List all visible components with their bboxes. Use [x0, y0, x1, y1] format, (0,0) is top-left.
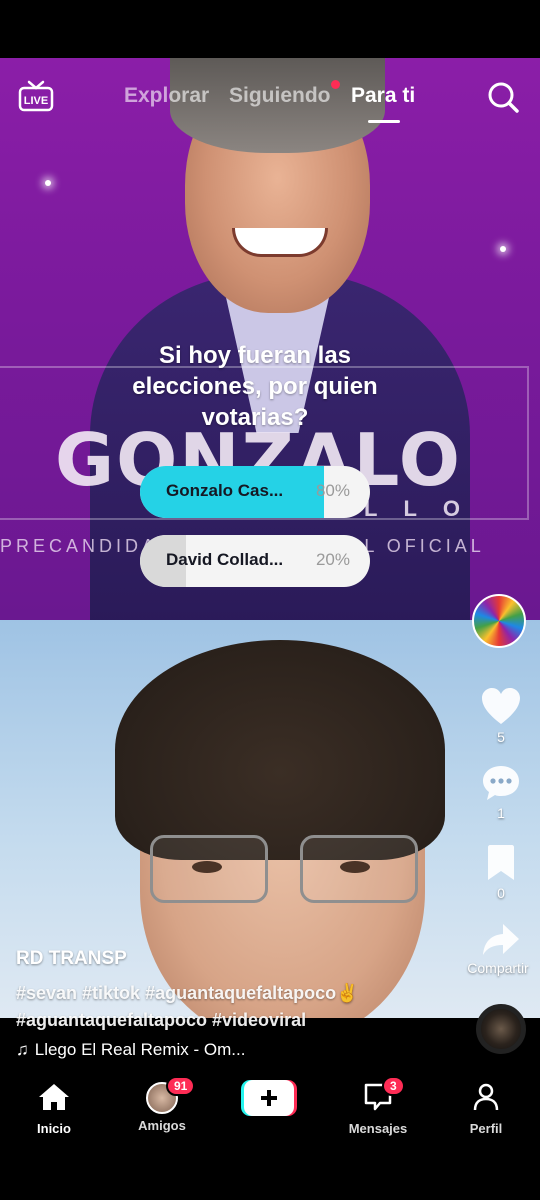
live-icon[interactable]: LIVE [18, 80, 54, 112]
poll-option-label: Gonzalo Cas... [166, 481, 284, 500]
active-tab-indicator [368, 120, 400, 123]
share-arrow-icon [483, 924, 519, 955]
share-button[interactable]: Compartir [467, 922, 532, 976]
search-icon[interactable] [486, 80, 520, 114]
nav-label: Inicio [37, 1121, 71, 1136]
like-count: 5 [497, 729, 505, 745]
nav-label: Amigos [138, 1118, 186, 1133]
poll-option-percent: 80% [315, 481, 350, 500]
home-icon [39, 1084, 69, 1110]
save-button[interactable]: 0 [470, 844, 532, 901]
music-disc-icon[interactable] [476, 1004, 526, 1054]
comment-icon [483, 766, 519, 800]
like-button[interactable]: 5 [470, 686, 532, 745]
nav-label: Perfil [469, 1121, 503, 1136]
poll-option-label: David Collad... [166, 550, 284, 569]
tab-para-ti[interactable]: Para ti [351, 84, 415, 108]
tab-explorar[interactable]: Explorar [124, 84, 209, 108]
poll-option-1[interactable]: Gonzalo Cas... 80% [140, 466, 370, 518]
sparkle [45, 180, 51, 186]
nav-home[interactable]: Inicio [9, 1082, 99, 1136]
nav-messages[interactable]: 3 Mensajes [333, 1076, 423, 1136]
person-icon [473, 1083, 499, 1111]
sparkle [500, 246, 506, 252]
create-button[interactable] [241, 1080, 297, 1116]
comment-count: 1 [497, 805, 505, 821]
nav-profile[interactable]: Perfil [441, 1082, 531, 1136]
status-bar [0, 0, 540, 58]
notification-dot [331, 80, 340, 89]
poll-option-percent: 20% [315, 550, 350, 569]
nav-label: Mensajes [348, 1121, 408, 1136]
comment-button[interactable]: 1 [470, 764, 532, 821]
caption: #sevan #tiktok #aguantaquefaltapoco✌ #ag… [16, 980, 456, 1034]
music-row[interactable]: ♫ Llego El Real Remix - Om... [16, 1040, 245, 1060]
bottom-nav: Inicio 91 Amigos 3 Mensajes Perfil [0, 1070, 540, 1200]
music-note-icon: ♫ [16, 1040, 29, 1059]
messages-badge: 3 [382, 1076, 405, 1096]
nav-friends[interactable]: 91 Amigos [117, 1076, 207, 1133]
share-label: Compartir [467, 960, 529, 976]
plus-icon [241, 1080, 297, 1116]
creator-avatar[interactable] [472, 594, 526, 648]
poll-option-2[interactable]: David Collad... 20% [140, 535, 370, 587]
music-title: Llego El Real Remix - Om... [34, 1040, 246, 1059]
caption-line[interactable]: #sevan #tiktok #aguantaquefaltapoco✌ [16, 980, 456, 1007]
save-count: 0 [497, 885, 505, 901]
bookmark-icon [488, 845, 514, 880]
svg-text:LIVE: LIVE [24, 95, 48, 107]
friends-badge: 91 [166, 1076, 196, 1096]
tab-siguiendo[interactable]: Siguiendo [229, 84, 331, 108]
caption-line[interactable]: #aguantaquefaltapoco #videoviral [16, 1007, 456, 1034]
author-name[interactable]: RD TRANSP [16, 948, 127, 970]
poll-question: Si hoy fueran las elecciones, por quien … [132, 342, 378, 431]
heart-icon [482, 688, 520, 724]
